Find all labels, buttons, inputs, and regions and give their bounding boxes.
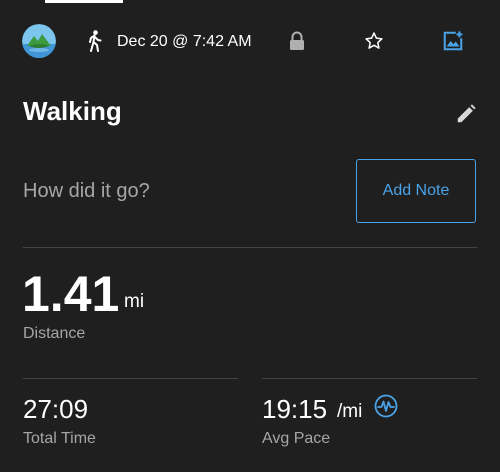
avg-pace-label: Avg Pace — [262, 430, 331, 447]
island-avatar-icon — [22, 24, 56, 58]
avatar[interactable] — [22, 24, 56, 58]
header-bar: Dec 20 @ 7:42 AM — [0, 22, 500, 64]
divider — [23, 378, 238, 379]
pace-chart-icon[interactable] — [374, 394, 398, 418]
distance-label: Distance — [23, 325, 86, 342]
divider — [23, 247, 477, 248]
add-photo-icon[interactable] — [442, 30, 464, 52]
avg-pace-unit: /mi — [337, 401, 363, 422]
tab-indicator — [45, 0, 123, 3]
distance-unit: mi — [124, 291, 145, 312]
walking-person-icon — [86, 30, 104, 52]
note-prompt: How did it go? — [23, 180, 150, 202]
add-note-button[interactable]: Add Note — [356, 159, 476, 223]
star-icon[interactable] — [364, 31, 384, 51]
pencil-icon[interactable] — [455, 103, 477, 125]
avg-pace-value: 19:15 — [262, 394, 328, 424]
activity-date: Dec 20 @ 7:42 AM — [117, 33, 252, 50]
lock-icon[interactable] — [288, 31, 306, 51]
total-time-label: Total Time — [23, 430, 96, 447]
divider — [262, 378, 477, 379]
distance-value: 1.41 — [22, 266, 120, 322]
activity-title: Walking — [23, 96, 122, 126]
total-time-value: 27:09 — [23, 394, 89, 424]
